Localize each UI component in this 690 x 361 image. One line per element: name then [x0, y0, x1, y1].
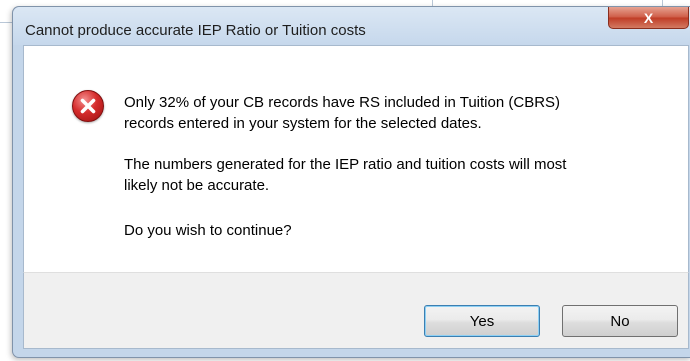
message-line-2: records entered in your system for the s…: [124, 115, 482, 132]
message-dialog: Cannot produce accurate IEP Ratio or Tui…: [12, 6, 690, 358]
no-button[interactable]: No: [562, 305, 678, 337]
dialog-content: Only 32% of your CB records have RS incl…: [23, 45, 689, 272]
error-icon: [72, 90, 104, 122]
dialog-title: Cannot produce accurate IEP Ratio or Tui…: [25, 22, 366, 39]
button-bar: Yes No: [23, 272, 689, 349]
yes-button[interactable]: Yes: [424, 305, 540, 337]
message-line-3: The numbers generated for the IEP ratio …: [124, 156, 567, 173]
dialog-titlebar[interactable]: Cannot produce accurate IEP Ratio or Tui…: [13, 7, 690, 45]
message-question: Do you wish to continue?: [124, 222, 292, 239]
close-icon: X: [643, 9, 654, 26]
message-line-1: Only 32% of your CB records have RS incl…: [124, 94, 561, 111]
message-line-4: likely not be accurate.: [124, 177, 270, 194]
close-button[interactable]: X: [608, 7, 689, 29]
background-divider: [0, 22, 12, 23]
